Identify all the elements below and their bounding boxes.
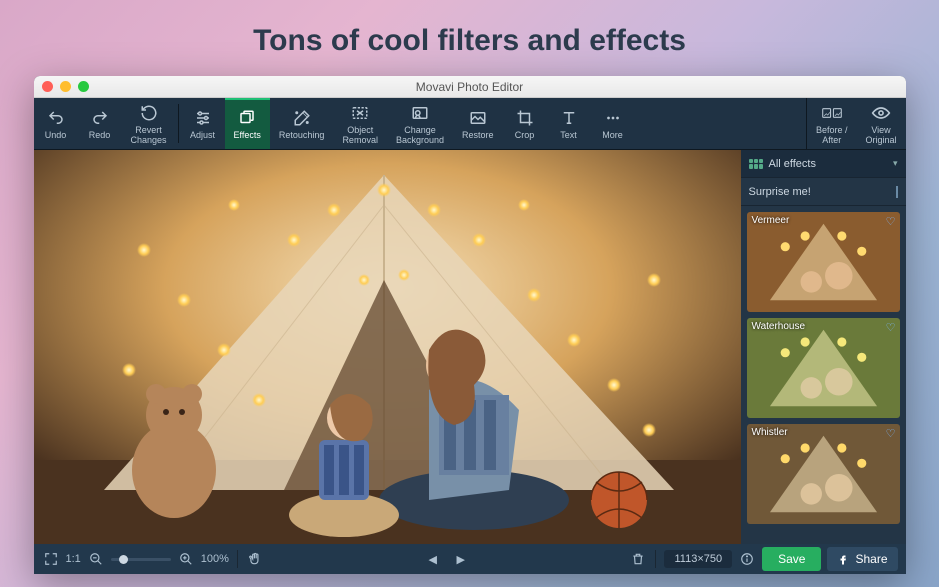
effects-button[interactable]: Effects [225,98,270,149]
text-button[interactable]: Text [547,98,591,149]
revert-button[interactable]: Revert Changes [122,98,176,149]
facebook-icon [837,553,849,565]
zoom-in-icon[interactable] [177,550,195,568]
effects-icon [237,108,257,128]
zoom-out-icon[interactable] [87,550,105,568]
fullscreen-icon[interactable] [42,550,60,568]
effect-thumb-whistler[interactable]: Whistler ♡ [747,424,900,524]
save-button[interactable]: Save [762,547,821,571]
toolbar: Undo Redo Revert Changes Adjust Effects [34,98,906,150]
redo-button[interactable]: Redo [78,98,122,149]
info-icon[interactable] [738,550,756,568]
text-icon [559,108,579,128]
canvas[interactable] [34,150,741,544]
image-dimensions: 1113×750 [664,550,732,568]
zoom-percent: 100% [201,553,229,565]
restore-icon [468,108,488,128]
effect-thumb-waterhouse[interactable]: Waterhouse ♡ [747,318,900,418]
crop-icon [515,108,535,128]
marketing-headline: Tons of cool filters and effects [0,0,939,76]
dice-icon [896,186,898,198]
favorite-icon[interactable]: ♡ [886,215,896,228]
statusbar: 1:1 100% ◀ ▶ 1113×750 Save Share [34,544,906,574]
more-button[interactable]: More [591,98,635,149]
favorite-icon[interactable]: ♡ [886,321,896,334]
photo-preview [34,150,741,544]
adjust-button[interactable]: Adjust [181,98,225,149]
eye-icon [871,103,891,123]
change-bg-icon [410,103,430,123]
next-image-icon[interactable]: ▶ [452,550,470,568]
app-window: Movavi Photo Editor Undo Redo Revert Cha… [34,76,906,574]
retouching-button[interactable]: Retouching [270,98,334,149]
zoom-ratio[interactable]: 1:1 [66,553,81,565]
change-background-button[interactable]: Change Background [387,98,453,149]
before-after-button[interactable]: Before / After [807,98,857,149]
prev-image-icon[interactable]: ◀ [424,550,442,568]
object-removal-button[interactable]: Object Removal [333,98,387,149]
undo-button[interactable]: Undo [34,98,78,149]
undo-icon [46,108,66,128]
more-icon [603,108,623,128]
effect-thumbnails: Vermeer ♡ Waterhouse ♡ Whistler ♡ [741,206,906,544]
grid-icon [749,159,763,169]
redo-icon [90,108,110,128]
toolbar-separator [178,104,179,143]
window-title: Movavi Photo Editor [34,80,906,94]
surprise-me-button[interactable]: Surprise me! [741,178,906,206]
crop-button[interactable]: Crop [503,98,547,149]
revert-icon [139,103,159,123]
effects-category-dropdown[interactable]: All effects ▾ [741,150,906,178]
effect-thumb-vermeer[interactable]: Vermeer ♡ [747,212,900,312]
object-removal-icon [350,103,370,123]
titlebar: Movavi Photo Editor [34,76,906,98]
favorite-icon[interactable]: ♡ [886,427,896,440]
view-original-button[interactable]: View Original [856,98,905,149]
delete-icon[interactable] [629,550,647,568]
chevron-down-icon: ▾ [893,158,898,169]
hand-tool-icon[interactable] [246,550,264,568]
content-area: All effects ▾ Surprise me! Vermeer ♡ Wat… [34,150,906,544]
share-button[interactable]: Share [827,547,897,571]
restore-button[interactable]: Restore [453,98,503,149]
effects-panel: All effects ▾ Surprise me! Vermeer ♡ Wat… [741,150,906,544]
adjust-icon [193,108,213,128]
retouching-icon [292,108,312,128]
zoom-slider[interactable] [111,558,171,561]
before-after-icon [822,103,842,123]
